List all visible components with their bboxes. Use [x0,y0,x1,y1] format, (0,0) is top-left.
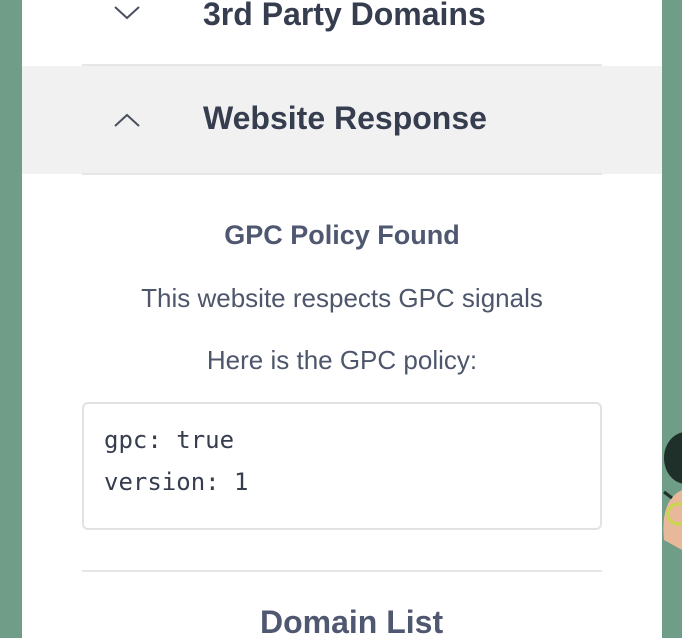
domain-list-heading: Domain List [260,604,444,638]
section-header-third-party-domains[interactable]: 3rd Party Domains [22,0,662,42]
chevron-down-icon [114,6,140,20]
section-header-website-response[interactable]: Website Response [22,66,662,174]
extension-panel: 3rd Party Domains Website Response GPC P… [22,0,662,638]
mascot-illustration [663,432,682,550]
gpc-policy-heading: GPC Policy Found [224,220,460,250]
section-title-website-response: Website Response [203,100,487,136]
gpc-policy-code-block: gpc: true version: 1 [82,402,602,530]
gpc-respect-message: This website respects GPC signals [141,283,543,313]
section-title-third-party-domains: 3rd Party Domains [203,0,486,32]
chevron-up-icon [114,113,140,127]
policy-line: gpc: true [104,426,235,454]
divider [82,173,602,175]
policy-line: version: 1 [104,468,249,496]
divider [82,570,602,572]
gpc-policy-intro: Here is the GPC policy: [206,345,478,375]
